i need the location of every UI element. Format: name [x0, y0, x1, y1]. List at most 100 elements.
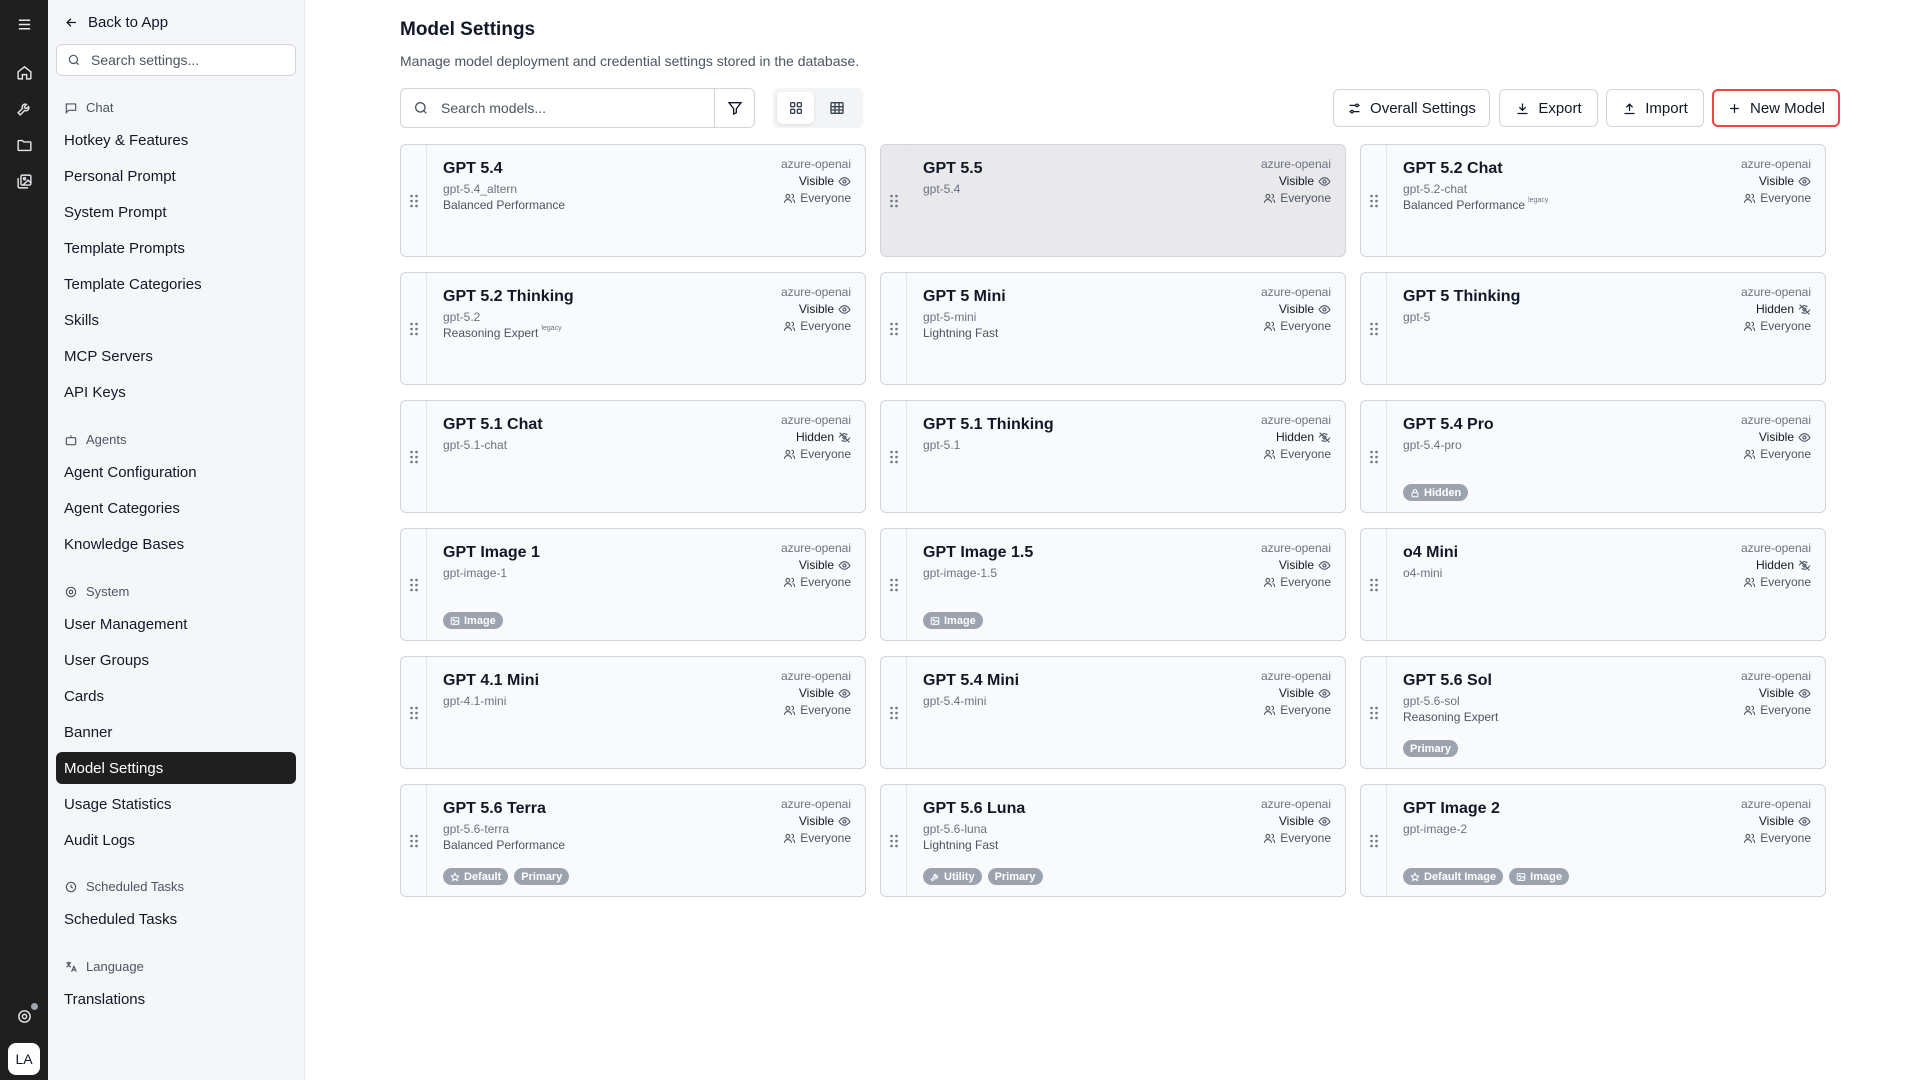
sidebar-item-agent-configuration[interactable]: Agent Configuration	[56, 456, 296, 488]
status-badge: Image	[923, 612, 983, 629]
gallery-icon[interactable]	[10, 167, 38, 195]
menu-icon[interactable]	[10, 10, 38, 38]
model-card[interactable]: o4 Mini o4-mini azure-openai Hidden Everyone	[1360, 528, 1826, 641]
sidebar-item-template-prompts[interactable]: Template Prompts	[56, 232, 296, 264]
drag-handle-icon[interactable]	[881, 785, 907, 896]
drag-handle-icon[interactable]	[401, 273, 427, 384]
visibility-label: Visible	[798, 558, 834, 572]
sidebar-item-api-keys[interactable]: API Keys	[56, 376, 296, 408]
model-card[interactable]: GPT 5.2 Chat gpt-5.2-chat Balanced Perform…	[1360, 144, 1826, 257]
folder-icon[interactable]	[10, 131, 38, 159]
new-model-button[interactable]: New Model	[1712, 89, 1840, 127]
model-card[interactable]: GPT 5.5 gpt-5.4 azure-openai Visible Everyon…	[880, 144, 1346, 257]
drag-handle-icon[interactable]	[881, 529, 907, 640]
visibility-toggle[interactable]: Visible	[1759, 430, 1811, 444]
sidebar-item-template-categories[interactable]: Template Categories	[56, 268, 296, 300]
filter-button[interactable]	[714, 89, 754, 127]
model-card[interactable]: GPT 5 Mini gpt-5-mini Lightning Fast azure-…	[880, 272, 1346, 385]
model-card[interactable]: GPT 5.6 Terra gpt-5.6-terra Balanced Perfo…	[400, 784, 866, 897]
audience-label: Everyone	[1280, 319, 1331, 333]
drag-handle-icon[interactable]	[1361, 273, 1387, 384]
settings-search-input[interactable]	[91, 52, 281, 68]
sidebar-item-audit-logs[interactable]: Audit Logs	[56, 824, 296, 856]
drag-handle-icon[interactable]	[401, 657, 427, 768]
visibility-toggle[interactable]: Hidden	[1756, 558, 1811, 572]
drag-handle-icon[interactable]	[401, 785, 427, 896]
visibility-toggle[interactable]: Visible	[1279, 174, 1331, 188]
wrench-icon[interactable]	[10, 94, 38, 122]
model-card[interactable]: GPT 5.1 Chat gpt-5.1-chat azure-openai Hidd…	[400, 400, 866, 513]
visibility-toggle[interactable]: Hidden	[796, 430, 851, 444]
model-card[interactable]: GPT 5.4 Mini gpt-5.4-mini azure-openai Visi…	[880, 656, 1346, 769]
overall-settings-button[interactable]: Overall Settings	[1333, 89, 1490, 127]
sidebar-item-mcp-servers[interactable]: MCP Servers	[56, 340, 296, 372]
visibility-toggle[interactable]: Visible	[1279, 558, 1331, 572]
avatar[interactable]: LA	[8, 1043, 40, 1075]
sidebar-item-system-prompt[interactable]: System Prompt	[56, 196, 296, 228]
sidebar-item-agent-categories[interactable]: Agent Categories	[56, 492, 296, 524]
model-card[interactable]: GPT 5.2 Thinking gpt-5.2 Reasoning Expert l…	[400, 272, 866, 385]
sidebar-item-cards[interactable]: Cards	[56, 680, 296, 712]
import-button[interactable]: Import	[1606, 89, 1704, 127]
model-description: Balanced Performance legacy	[1403, 197, 1549, 212]
sidebar-item-banner[interactable]: Banner	[56, 716, 296, 748]
sidebar-item-translations[interactable]: Translations	[56, 983, 296, 1015]
drag-handle-icon[interactable]	[1361, 785, 1387, 896]
model-card[interactable]: GPT 5.1 Thinking gpt-5.1 azure-openai Hidde…	[880, 400, 1346, 513]
audience-label: Everyone	[1760, 447, 1811, 461]
visibility-toggle[interactable]: Hidden	[1756, 302, 1811, 316]
drag-handle-icon[interactable]	[401, 529, 427, 640]
sidebar-item-hotkey[interactable]: Hotkey & Features	[56, 124, 296, 156]
visibility-toggle[interactable]: Visible	[799, 302, 851, 316]
export-button[interactable]: Export	[1499, 89, 1598, 127]
model-card[interactable]: GPT Image 1.5 gpt-image-1.5 azure-openai Vi…	[880, 528, 1346, 641]
drag-handle-icon[interactable]	[881, 145, 907, 256]
model-card[interactable]: GPT Image 1 gpt-image-1 azure-openai Visibl…	[400, 528, 866, 641]
audience: Everyone	[1743, 191, 1811, 205]
model-card[interactable]: GPT 5.4 gpt-5.4_altern Balanced Performanc…	[400, 144, 866, 257]
sidebar-item-usage-statistics[interactable]: Usage Statistics	[56, 788, 296, 820]
sidebar-item-knowledge-bases[interactable]: Knowledge Bases	[56, 528, 296, 560]
drag-handle-icon[interactable]	[1361, 529, 1387, 640]
drag-handle-icon[interactable]	[881, 401, 907, 512]
sidebar-item-model-settings[interactable]: Model Settings	[56, 752, 296, 784]
model-search-input[interactable]	[441, 100, 691, 116]
drag-handle-icon[interactable]	[881, 657, 907, 768]
model-card[interactable]: GPT 5 Thinking gpt-5 azure-openai Hidden Eve…	[1360, 272, 1826, 385]
grid-view-button[interactable]	[777, 92, 814, 124]
drag-handle-icon[interactable]	[401, 401, 427, 512]
model-id: gpt-5.4-pro	[1403, 438, 1462, 452]
home-icon[interactable]	[10, 58, 38, 86]
visibility-toggle[interactable]: Visible	[1279, 686, 1331, 700]
model-card[interactable]: GPT 5.6 Sol gpt-5.6-sol Reasoning Expert az…	[1360, 656, 1826, 769]
sidebar-item-scheduled-tasks[interactable]: Scheduled Tasks	[56, 903, 296, 935]
model-id: gpt-5.6-luna	[923, 822, 988, 836]
visibility-toggle[interactable]: Visible	[1279, 302, 1331, 316]
model-card[interactable]: GPT 5.4 Pro gpt-5.4-pro azure-openai Visibl…	[1360, 400, 1826, 513]
drag-handle-icon[interactable]	[1361, 401, 1387, 512]
sidebar-item-skills[interactable]: Skills	[56, 304, 296, 336]
sidebar-item-personal-prompt[interactable]: Personal Prompt	[56, 160, 296, 192]
visibility-toggle[interactable]: Hidden	[1276, 430, 1331, 444]
eye-icon	[1318, 303, 1331, 316]
drag-handle-icon[interactable]	[1361, 145, 1387, 256]
drag-handle-icon[interactable]	[401, 145, 427, 256]
drag-handle-icon[interactable]	[1361, 657, 1387, 768]
visibility-toggle[interactable]: Visible	[1759, 174, 1811, 188]
visibility-toggle[interactable]: Visible	[799, 686, 851, 700]
model-card[interactable]: GPT Image 2 gpt-image-2 azure-openai Visibl…	[1360, 784, 1826, 897]
sidebar-item-user-groups[interactable]: User Groups	[56, 644, 296, 676]
sidebar-item-user-management[interactable]: User Management	[56, 608, 296, 640]
back-to-app-link[interactable]: Back to App	[64, 14, 168, 31]
drag-handle-icon[interactable]	[881, 273, 907, 384]
legacy-tag: legacy	[1528, 197, 1549, 204]
visibility-toggle[interactable]: Visible	[799, 558, 851, 572]
visibility-toggle[interactable]: Visible	[1279, 814, 1331, 828]
model-card[interactable]: GPT 5.6 Luna gpt-5.6-luna Lightning Fast az…	[880, 784, 1346, 897]
visibility-toggle[interactable]: Visible	[799, 174, 851, 188]
visibility-toggle[interactable]: Visible	[799, 814, 851, 828]
visibility-toggle[interactable]: Visible	[1759, 686, 1811, 700]
table-view-button[interactable]	[818, 92, 855, 124]
visibility-toggle[interactable]: Visible	[1759, 814, 1811, 828]
model-card[interactable]: GPT 4.1 Mini gpt-4.1-mini azure-openai Visi…	[400, 656, 866, 769]
